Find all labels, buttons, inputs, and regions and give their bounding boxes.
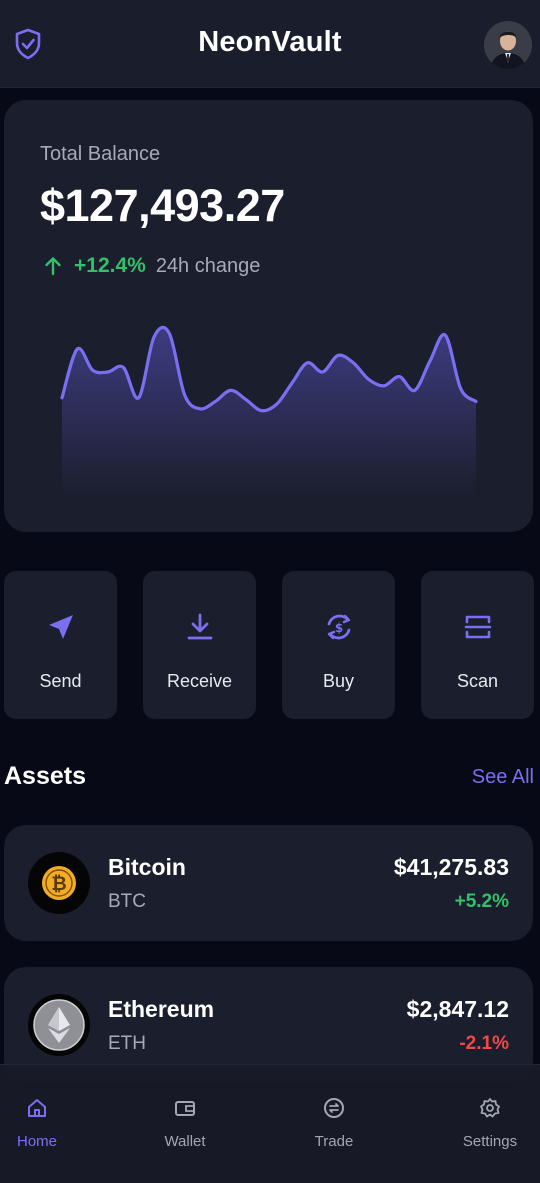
asset-change: -2.1% — [459, 1033, 509, 1054]
trade-icon — [324, 1098, 344, 1118]
avatar-image — [484, 21, 532, 69]
nav-settings-label: Settings — [462, 1133, 518, 1150]
home-icon — [28, 1099, 46, 1117]
svg-text:₿: ₿ — [51, 873, 66, 895]
change-row: +12.4% 24h change — [42, 254, 260, 278]
bitcoin-icon: ₿ — [28, 852, 90, 914]
asset-name: Ethereum — [108, 996, 215, 1022]
asset-name: Bitcoin — [108, 854, 186, 880]
send-button[interactable]: Send — [4, 571, 117, 719]
scan-label: Scan — [456, 671, 499, 691]
top-header: NeonVault — [0, 0, 540, 88]
asset-symbol: BTC — [108, 891, 146, 912]
arrow-up-icon — [45, 257, 61, 276]
balance-label: Total Balance — [40, 143, 161, 165]
nav-home[interactable]: Home — [0, 1097, 87, 1157]
receive-label: Receive — [166, 671, 233, 691]
nav-home-label: Home — [16, 1133, 57, 1150]
asset-price: $2,847.12 — [406, 996, 509, 1022]
change-label: 24h change — [155, 254, 261, 277]
asset-price: $41,275.83 — [393, 854, 509, 880]
scan-button[interactable]: Scan — [421, 571, 534, 719]
asset-symbol: ETH — [108, 1033, 146, 1054]
buy-button[interactable]: $ Buy — [282, 571, 395, 719]
see-all-link[interactable]: See All — [472, 766, 534, 789]
receive-button[interactable]: Receive — [143, 571, 256, 719]
balance-value: $127,493.27 — [40, 180, 285, 231]
gear-icon — [480, 1098, 500, 1118]
quick-actions: Send Receive $ Buy Scan — [4, 571, 536, 719]
app-title: NeonVault — [198, 26, 342, 58]
nav-wallet-label: Wallet — [164, 1133, 206, 1150]
asset-change: +5.2% — [454, 891, 509, 912]
assets-heading: Assets — [4, 762, 86, 790]
send-icon — [48, 615, 73, 639]
nav-settings[interactable]: Settings — [440, 1097, 540, 1157]
nav-trade[interactable]: Trade — [284, 1097, 384, 1157]
download-icon — [187, 613, 212, 640]
change-percent: +12.4% — [74, 254, 146, 277]
nav-trade-label: Trade — [314, 1133, 354, 1150]
balance-card: Total Balance $127,493.27 +12.4% 24h cha… — [4, 100, 533, 532]
user-avatar[interactable] — [484, 21, 532, 69]
ethereum-icon — [28, 994, 90, 1056]
asset-card-bitcoin[interactable]: ₿ Bitcoin BTC $41,275.83 +5.2% — [4, 825, 533, 941]
buy-label: Buy — [322, 671, 355, 691]
app-screen: NeonVault Total Balance $127,493.27 +12.… — [0, 0, 540, 1183]
scan-icon — [464, 615, 491, 639]
balance-sparkline-chart — [60, 325, 478, 498]
svg-text:$: $ — [334, 621, 342, 635]
buy-cycle-icon: $ — [327, 614, 350, 640]
wallet-icon — [175, 1101, 195, 1116]
bottom-navigation: Home Wallet Trade Settings — [0, 1064, 540, 1183]
sparkline-area — [62, 327, 476, 498]
send-label: Send — [39, 671, 82, 691]
nav-wallet[interactable]: Wallet — [135, 1097, 235, 1157]
